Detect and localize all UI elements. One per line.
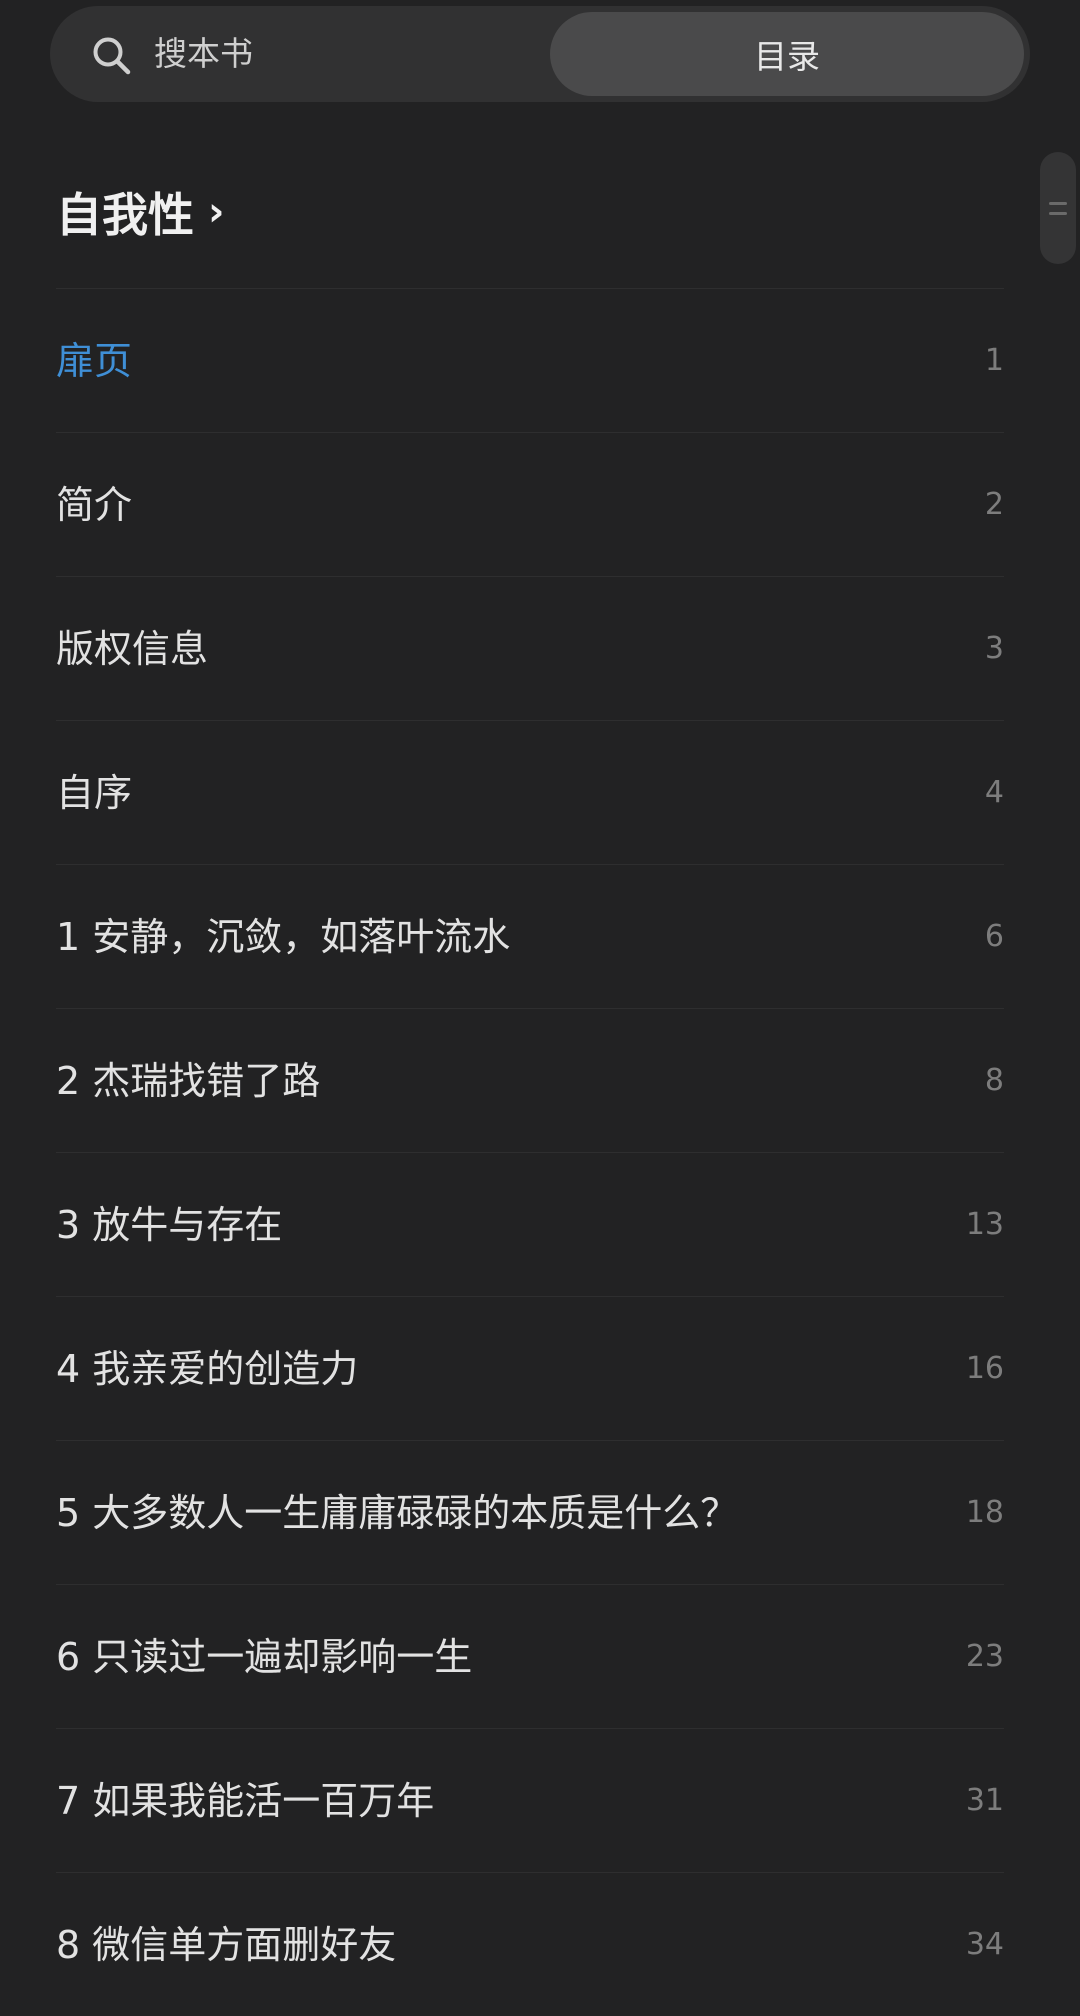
book-title-link[interactable]: 自我性 › <box>56 180 224 244</box>
toc-item-page-number: 8 <box>984 1063 1004 1098</box>
scroll-handle-icon[interactable] <box>1040 152 1076 264</box>
toc-item-title: 6 只读过一遍却影响一生 <box>56 1635 473 1679</box>
toc-item-page-number: 18 <box>965 1495 1004 1530</box>
toc-item[interactable]: 3 放牛与存在 13 <box>56 1152 1004 1296</box>
toc-item-page-number: 23 <box>965 1639 1004 1674</box>
toc-item-page-number: 13 <box>965 1207 1004 1242</box>
toc-item-page-number: 2 <box>984 487 1004 522</box>
toc-item[interactable]: 版权信息 3 <box>56 576 1004 720</box>
toc-item[interactable]: 2 杰瑞找错了路 8 <box>56 1008 1004 1152</box>
top-bar: 搜本书 目录 <box>50 6 1030 102</box>
toc-item-title: 5 大多数人一生庸庸碌碌的本质是什么？ <box>56 1491 739 1535</box>
toc-item-page-number: 34 <box>965 1927 1004 1962</box>
search-label: 搜本书 <box>154 34 253 73</box>
toc-item-page-number: 6 <box>984 919 1004 954</box>
toc-item[interactable]: 自序 4 <box>56 720 1004 864</box>
toc-item-title: 1 安静，沉敛，如落叶流水 <box>56 915 511 959</box>
toc-item-page-number: 3 <box>984 631 1004 666</box>
search-button[interactable]: 搜本书 <box>50 6 540 102</box>
toc-item-page-number: 16 <box>965 1351 1004 1386</box>
toc-item[interactable]: 4 我亲爱的创造力 16 <box>56 1296 1004 1440</box>
toc-item-title: 4 我亲爱的创造力 <box>56 1347 359 1391</box>
toc-item-title: 7 如果我能活一百万年 <box>56 1779 435 1823</box>
toc-item-title: 自序 <box>56 771 133 815</box>
toc-item-title: 版权信息 <box>56 627 209 671</box>
toc-item[interactable]: 扉页 1 <box>56 288 1004 432</box>
toc-item[interactable]: 1 安静，沉敛，如落叶流水 6 <box>56 864 1004 1008</box>
chevron-right-icon: › <box>208 189 225 235</box>
toc-item[interactable]: 5 大多数人一生庸庸碌碌的本质是什么？ 18 <box>56 1440 1004 1584</box>
toc-item-title: 2 杰瑞找错了路 <box>56 1059 321 1103</box>
toc-item-title: 8 微信单方面删好友 <box>56 1923 397 1967</box>
scroll-grip-line <box>1049 202 1067 205</box>
toc-item-page-number: 31 <box>965 1783 1004 1818</box>
tab-toc[interactable]: 目录 <box>550 12 1024 96</box>
search-icon <box>93 37 131 75</box>
toc-item-page-number: 4 <box>984 775 1004 810</box>
toc-item[interactable]: 8 微信单方面删好友 34 <box>56 1872 1004 2016</box>
book-title: 自我性 <box>56 188 194 242</box>
toc-item-title: 简介 <box>56 483 133 527</box>
toc-item-title: 扉页 <box>56 339 133 383</box>
toc-list: 扉页 1 简介 2 版权信息 3 自序 4 1 安静，沉敛，如落叶流水 6 2 杰瑞找错了路 8 3 放… <box>56 288 1004 2016</box>
tab-toc-label: 目录 <box>754 37 820 76</box>
toc-item[interactable]: 简介 2 <box>56 432 1004 576</box>
toc-item[interactable]: 7 如果我能活一百万年 31 <box>56 1728 1004 1872</box>
toc-item[interactable]: 6 只读过一遍却影响一生 23 <box>56 1584 1004 1728</box>
toc-item-title: 3 放牛与存在 <box>56 1203 283 1247</box>
scroll-grip-line <box>1049 212 1067 215</box>
toc-item-page-number: 1 <box>984 343 1004 378</box>
